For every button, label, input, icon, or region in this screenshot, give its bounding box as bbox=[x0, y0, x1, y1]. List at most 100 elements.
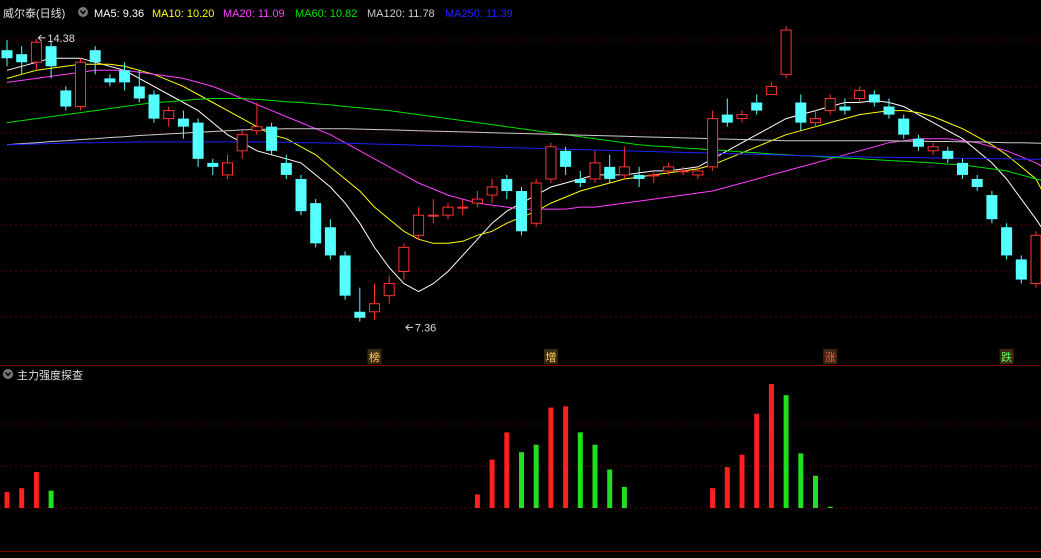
candle-body bbox=[119, 70, 131, 83]
candle bbox=[868, 90, 880, 107]
moving-average-lines bbox=[6, 57, 1041, 293]
candle-body bbox=[369, 303, 380, 313]
indicator-bar bbox=[48, 490, 54, 508]
indicator-bar bbox=[33, 472, 39, 508]
candle bbox=[530, 178, 542, 228]
chart-header: 威尔泰(日线) MA5: 9.36 MA10: 10.20 MA20: 11.09 M… bbox=[3, 6, 513, 20]
candle bbox=[60, 86, 72, 111]
candle-body bbox=[604, 166, 616, 179]
indicator-bar bbox=[754, 413, 760, 508]
candle bbox=[795, 94, 807, 131]
candle-body bbox=[486, 186, 498, 196]
candle-body bbox=[663, 166, 674, 172]
candle-body bbox=[898, 118, 910, 135]
candle-body bbox=[810, 118, 821, 124]
candle bbox=[971, 174, 983, 192]
candle bbox=[16, 46, 28, 75]
ma-legend: MA5: 9.36 MA10: 10.20 MA20: 11.09 MA60: 10.… bbox=[78, 7, 513, 20]
candle-body bbox=[516, 191, 527, 232]
event-marker: 跌 bbox=[999, 349, 1014, 364]
candle-body bbox=[692, 170, 704, 176]
candle-body bbox=[280, 162, 292, 175]
candle-body bbox=[545, 146, 557, 180]
candle-body bbox=[942, 150, 954, 159]
candle-body bbox=[633, 174, 645, 179]
candle-body bbox=[177, 118, 189, 127]
candle bbox=[1, 40, 13, 67]
candle-body bbox=[824, 97, 836, 112]
candle-body bbox=[736, 114, 748, 120]
collapse-toggle-icon[interactable] bbox=[3, 369, 13, 379]
candle-body bbox=[30, 41, 42, 63]
candle-body bbox=[839, 106, 851, 111]
candle bbox=[45, 42, 57, 79]
candle-body bbox=[574, 178, 586, 183]
candle bbox=[780, 26, 792, 79]
candle bbox=[251, 102, 263, 135]
candle bbox=[119, 62, 131, 91]
indicator-bar bbox=[533, 444, 539, 508]
candle bbox=[560, 146, 572, 175]
candle bbox=[133, 70, 145, 103]
candle bbox=[192, 118, 204, 167]
candle-body bbox=[957, 162, 968, 175]
ma-legend-item: MA120: 11.78 bbox=[367, 8, 435, 20]
candle-body bbox=[618, 166, 630, 176]
candle bbox=[839, 98, 851, 115]
candle bbox=[854, 86, 866, 103]
price-annotation-label: 14.38 bbox=[47, 33, 75, 45]
candle-body bbox=[354, 311, 366, 318]
indicator-bar bbox=[592, 444, 598, 508]
candle bbox=[486, 178, 498, 204]
candle bbox=[707, 110, 719, 171]
candle-body bbox=[413, 214, 425, 236]
candle-body bbox=[133, 86, 145, 99]
arrow-left-icon bbox=[405, 324, 413, 331]
candle bbox=[765, 82, 777, 95]
candle-body bbox=[442, 206, 454, 216]
candle bbox=[1030, 231, 1041, 288]
indicator-bar bbox=[768, 384, 774, 508]
candle bbox=[369, 283, 380, 320]
candle bbox=[280, 154, 292, 179]
candle-body bbox=[560, 150, 572, 167]
indicator-bar bbox=[827, 506, 833, 508]
candle bbox=[589, 150, 601, 183]
candle bbox=[545, 142, 557, 183]
candle-body bbox=[883, 106, 895, 115]
indicator-bar bbox=[783, 395, 789, 508]
candle bbox=[692, 166, 704, 179]
candle-body bbox=[89, 50, 101, 63]
candle bbox=[751, 94, 763, 115]
candle-body bbox=[986, 195, 998, 220]
price-annotation: 7.36 bbox=[405, 322, 436, 334]
candle bbox=[574, 170, 586, 188]
candle-body bbox=[471, 198, 483, 204]
candle-body bbox=[60, 90, 72, 107]
event-marker: 榜 bbox=[367, 349, 382, 364]
stock-chart[interactable]: 14.38 7.36 榜 增 涨 跌 威尔泰(日线) MA5: 9.36 MA10: 10… bbox=[0, 0, 1041, 558]
candle-body bbox=[912, 138, 924, 147]
candle bbox=[236, 130, 248, 159]
event-marker: 增 bbox=[543, 349, 558, 364]
candle bbox=[457, 199, 469, 216]
ma-legend-item: MA60: 10.82 bbox=[295, 8, 357, 20]
candle bbox=[810, 110, 821, 127]
indicator-title: 主力强度探查 bbox=[17, 368, 83, 382]
candle-body bbox=[707, 118, 719, 168]
candle-body bbox=[457, 206, 469, 209]
event-markers: 榜增涨跌 bbox=[367, 349, 1014, 364]
price-annotation-label: 7.36 bbox=[415, 322, 436, 334]
candle bbox=[295, 174, 307, 216]
candle-body bbox=[75, 61, 86, 108]
ma-legend-item: MA5: 9.36 bbox=[94, 8, 144, 20]
indicator-bar bbox=[4, 491, 10, 508]
indicator-bars bbox=[4, 384, 833, 508]
indicator-bar bbox=[489, 459, 495, 508]
candle bbox=[986, 191, 998, 224]
candle bbox=[75, 58, 86, 111]
chart-title: 威尔泰(日线) bbox=[3, 6, 65, 20]
candle bbox=[604, 154, 616, 183]
indicator-bar bbox=[724, 467, 730, 508]
candle-body bbox=[765, 85, 777, 95]
